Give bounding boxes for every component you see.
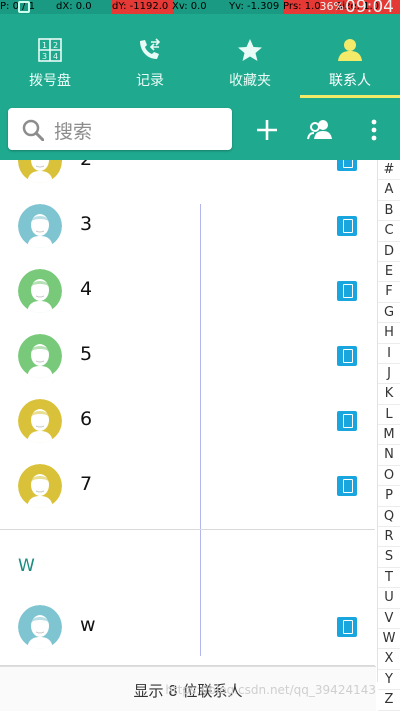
- avatar: [18, 605, 62, 649]
- search-input[interactable]: 搜索: [8, 108, 232, 150]
- svg-text:2: 2: [53, 41, 58, 50]
- svg-text:4: 4: [53, 52, 58, 61]
- tab-call-log[interactable]: 记录: [100, 14, 200, 98]
- star-icon: [237, 38, 263, 66]
- index-letter[interactable]: D: [378, 242, 400, 262]
- debug-yv: Yv: -1.309: [229, 1, 280, 12]
- index-letter[interactable]: #: [378, 160, 400, 181]
- contact-row[interactable]: 4: [0, 258, 375, 323]
- phone-icon: [337, 476, 357, 496]
- contact-row[interactable]: 3: [0, 193, 375, 258]
- contact-row[interactable]: 5: [0, 323, 375, 388]
- debug-dx: dX: 0.0: [56, 1, 92, 12]
- more-vert-icon: [371, 119, 377, 141]
- section-header-w: W: [18, 556, 35, 576]
- watermark: https://blog.csdn.net/qq_39424143: [165, 683, 376, 697]
- index-letter[interactable]: M: [378, 425, 400, 446]
- index-letter[interactable]: A: [378, 180, 400, 201]
- debug-dy: dY: -1192.0: [112, 0, 174, 14]
- svg-text:3: 3: [42, 52, 47, 61]
- contact-name: 6: [80, 408, 93, 430]
- groups-button[interactable]: [304, 114, 336, 146]
- phone-icon: [337, 617, 357, 637]
- search-placeholder: 搜索: [54, 121, 93, 143]
- person-icon: [337, 38, 363, 66]
- index-letter[interactable]: W: [378, 629, 400, 650]
- contact-name: 3: [80, 213, 93, 235]
- index-letter[interactable]: Y: [378, 670, 400, 691]
- index-letter[interactable]: T: [378, 568, 400, 589]
- tab-dialpad[interactable]: 1 2 3 4 拨号盘: [0, 14, 100, 98]
- battery-level: 36%: [319, 0, 344, 13]
- avatar: [18, 269, 62, 313]
- avatar: [18, 464, 62, 508]
- index-letter[interactable]: S: [378, 547, 400, 568]
- index-letter[interactable]: N: [378, 445, 400, 466]
- index-letter[interactable]: Q: [378, 507, 400, 528]
- contact-row[interactable]: 2: [0, 160, 375, 193]
- contact-name: 4: [80, 278, 93, 300]
- tab-bar: 1 2 3 4 拨号盘 记录 收藏夹 联系人: [0, 14, 400, 98]
- index-letter[interactable]: R: [378, 527, 400, 548]
- contact-count-footer: 显示 8 位联系人 https://blog.csdn.net/qq_39424…: [0, 666, 376, 711]
- tab-favorites[interactable]: 收藏夹: [200, 14, 300, 98]
- tab-contacts-label: 联系人: [329, 73, 371, 89]
- index-letter[interactable]: F: [378, 282, 400, 303]
- index-letter[interactable]: O: [378, 466, 400, 487]
- phone-icon: [337, 281, 357, 301]
- plus-icon: [257, 120, 277, 140]
- group-icon: [307, 120, 332, 140]
- index-letter[interactable]: K: [378, 384, 400, 405]
- tab-call-log-label: 记录: [136, 73, 164, 89]
- phone-icon: [337, 346, 357, 366]
- avatar: [18, 204, 62, 248]
- contact-row[interactable]: 6: [0, 388, 375, 453]
- index-letter[interactable]: J: [378, 364, 400, 385]
- phone-icon: [337, 411, 357, 431]
- contact-row-w[interactable]: w: [0, 594, 375, 659]
- contact-row[interactable]: 7: [0, 453, 375, 518]
- tab-dialpad-label: 拨号盘: [29, 73, 71, 89]
- index-letter[interactable]: V: [378, 609, 400, 629]
- contact-name: w: [80, 614, 96, 636]
- status-bar: P: 0 / 1 dX: 0.0 dY: -1192.0 Xv: 0.0 Yv:…: [0, 0, 400, 14]
- contact-name: 7: [80, 473, 93, 495]
- app-header: 1 2 3 4 拨号盘 记录 收藏夹 联系人 搜索: [0, 14, 400, 160]
- contact-list[interactable]: 2 3 4 5 6 7 W w: [0, 160, 375, 666]
- index-letter[interactable]: P: [378, 486, 400, 507]
- alphabet-index[interactable]: # A B C D E F G H I J K L M N O P Q R S T U V W X Y Z: [377, 160, 400, 711]
- debug-xv: Xv: 0.0: [172, 1, 207, 12]
- add-contact-button[interactable]: [251, 114, 283, 146]
- section-divider: [0, 529, 375, 530]
- tab-contacts[interactable]: 联系人: [300, 14, 400, 98]
- more-options-button[interactable]: [358, 114, 390, 146]
- avatar: [18, 334, 62, 378]
- call-log-icon: [137, 38, 163, 66]
- index-letter[interactable]: H: [378, 323, 400, 344]
- index-letter[interactable]: E: [378, 262, 400, 283]
- contact-name: 5: [80, 343, 93, 365]
- index-letter[interactable]: U: [378, 588, 400, 609]
- index-letter[interactable]: L: [378, 405, 400, 426]
- contact-name: 2: [80, 160, 92, 170]
- svg-text:1: 1: [42, 41, 47, 50]
- phone-icon: [337, 160, 357, 171]
- status-time: 09:04: [345, 0, 394, 14]
- index-letter[interactable]: X: [378, 649, 400, 670]
- index-letter[interactable]: I: [378, 344, 400, 364]
- avatar: [18, 160, 62, 183]
- index-letter[interactable]: Z: [378, 690, 400, 711]
- search-icon: [22, 119, 45, 145]
- notification-icon: [18, 1, 30, 13]
- index-letter[interactable]: B: [378, 201, 400, 222]
- avatar: [18, 399, 62, 443]
- tab-favorites-label: 收藏夹: [229, 73, 271, 89]
- index-letter[interactable]: G: [378, 303, 400, 324]
- dialpad-icon: 1 2 3 4: [38, 38, 62, 66]
- index-letter[interactable]: C: [378, 221, 400, 242]
- phone-icon: [337, 216, 357, 236]
